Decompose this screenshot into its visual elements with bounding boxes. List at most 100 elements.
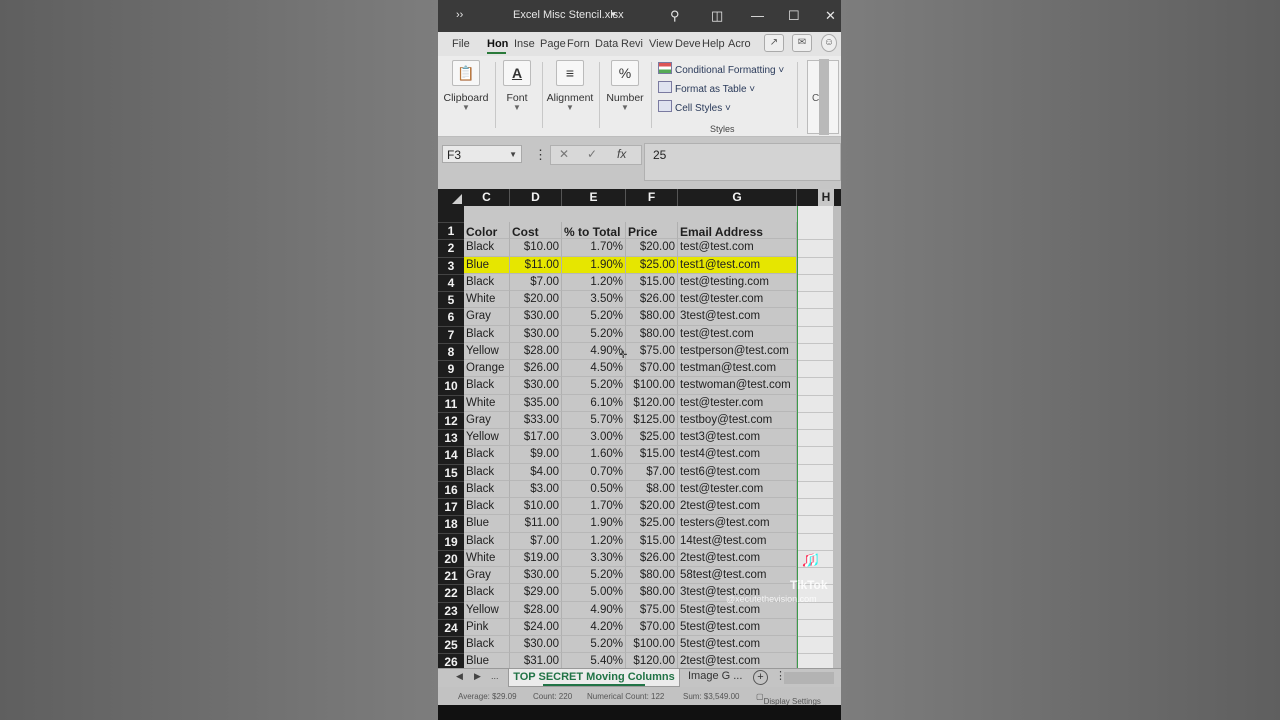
row-header[interactable]: 6 [438, 308, 464, 326]
table-cell[interactable]: 1.20% [562, 532, 626, 550]
table-cell[interactable]: $125.00 [626, 411, 678, 429]
table-cell[interactable]: Gray [464, 411, 510, 429]
tab-insert[interactable]: Inse [514, 38, 535, 50]
table-cell[interactable]: $70.00 [626, 618, 678, 636]
search-icon[interactable]: ⚲ [670, 8, 680, 24]
row-header[interactable]: 4 [438, 273, 464, 291]
table-cell[interactable]: testperson@test.com [678, 342, 797, 360]
column-header-c[interactable]: C [464, 189, 510, 206]
table-cell[interactable]: $28.00 [510, 601, 562, 619]
row-header[interactable]: 2 [438, 239, 464, 257]
select-all-button[interactable] [438, 189, 464, 206]
tab-view[interactable]: View [649, 38, 673, 50]
chevron-down-icon[interactable]: ▼ [509, 146, 517, 164]
conditional-formatting-button[interactable]: Conditional Formatting ˅ [658, 62, 784, 76]
row-header[interactable]: 11 [438, 394, 464, 412]
row-header[interactable]: 13 [438, 429, 464, 447]
table-cell[interactable]: 4.20% [562, 618, 626, 636]
table-cell[interactable]: Black [464, 463, 510, 481]
table-cell[interactable]: test@test.com [678, 325, 797, 343]
table-cell[interactable]: $28.00 [510, 342, 562, 360]
font-group[interactable]: A Font ▼ [489, 60, 545, 112]
cell-styles-button[interactable]: Cell Styles ˅ [658, 100, 731, 114]
cancel-icon[interactable]: ✕ [559, 147, 569, 161]
tab-review[interactable]: Revi [621, 38, 643, 50]
table-cell[interactable]: $10.00 [510, 498, 562, 516]
tab-file[interactable]: File [452, 38, 470, 50]
table-cell[interactable]: $15.00 [626, 273, 678, 291]
table-cell[interactable]: Yellow [464, 342, 510, 360]
table-cell[interactable]: $3.00 [510, 480, 562, 498]
ribbon-display-icon[interactable]: ◫ [711, 8, 723, 24]
clipboard-group[interactable]: 📋 Clipboard ▼ [438, 60, 494, 112]
table-cell[interactable]: Pink [464, 618, 510, 636]
table-cell[interactable]: White [464, 394, 510, 412]
table-cell[interactable]: $4.00 [510, 463, 562, 481]
table-cell[interactable]: test@tester.com [678, 480, 797, 498]
minimize-icon[interactable]: — [751, 8, 764, 23]
table-cell[interactable]: $9.00 [510, 446, 562, 464]
row-header[interactable]: 20 [438, 549, 464, 567]
table-cell[interactable]: 4.90% [562, 601, 626, 619]
table-cell[interactable]: $26.00 [626, 291, 678, 309]
table-cell[interactable]: $33.00 [510, 411, 562, 429]
table-cell[interactable]: 5test@test.com [678, 601, 797, 619]
table-cell[interactable]: $80.00 [626, 308, 678, 326]
table-cell[interactable]: 0.50% [562, 480, 626, 498]
table-cell[interactable]: 5.20% [562, 636, 626, 654]
table-cell[interactable]: $29.00 [510, 584, 562, 602]
next-sheet-icon[interactable]: ▶ [474, 671, 481, 682]
quick-access-chevron-icon[interactable]: ›› [456, 9, 463, 21]
horizontal-scrollbar[interactable] [784, 672, 834, 684]
table-cell[interactable]: Black [464, 636, 510, 654]
table-cell[interactable]: $30.00 [510, 325, 562, 343]
header-cell[interactable]: % to Total [562, 222, 626, 240]
enter-check-icon[interactable]: ✓ [587, 147, 597, 161]
sheet-tab-image-g[interactable]: Image G ... [688, 670, 742, 682]
table-cell[interactable]: $75.00 [626, 601, 678, 619]
table-cell[interactable]: 6.10% [562, 394, 626, 412]
row-header[interactable]: 15 [438, 463, 464, 481]
close-icon[interactable]: ✕ [825, 8, 836, 24]
table-cell[interactable]: Black [464, 273, 510, 291]
table-cell[interactable]: $75.00 [626, 342, 678, 360]
table-cell[interactable]: $7.00 [510, 273, 562, 291]
table-cell[interactable]: 1.90% [562, 515, 626, 533]
tab-formulas[interactable]: Forn [567, 38, 590, 50]
row-header[interactable]: 17 [438, 498, 464, 516]
table-cell[interactable]: 5.20% [562, 377, 626, 395]
table-cell[interactable]: $80.00 [626, 567, 678, 585]
table-cell[interactable]: 1.60% [562, 446, 626, 464]
feedback-smiley-icon[interactable]: ☺ [821, 34, 837, 52]
tab-data[interactable]: Data [595, 38, 618, 50]
row-header[interactable]: 21 [438, 567, 464, 585]
table-cell[interactable]: Blue [464, 256, 510, 274]
table-cell[interactable]: $25.00 [626, 515, 678, 533]
column-header-g[interactable]: G [678, 189, 797, 206]
table-cell[interactable]: $11.00 [510, 256, 562, 274]
table-cell[interactable]: 5.20% [562, 567, 626, 585]
row-header[interactable]: 10 [438, 377, 464, 395]
table-cell[interactable]: test@tester.com [678, 291, 797, 309]
table-cell[interactable]: 2test@test.com [678, 549, 797, 567]
table-cell[interactable]: $15.00 [626, 532, 678, 550]
table-cell[interactable]: 5.00% [562, 584, 626, 602]
header-cell[interactable]: Color [464, 222, 510, 240]
more-options-icon[interactable]: ⋮ [534, 147, 547, 163]
column-header-e[interactable]: E [562, 189, 626, 206]
row-header[interactable]: 7 [438, 325, 464, 343]
table-cell[interactable]: Gray [464, 567, 510, 585]
table-cell[interactable]: 14test@test.com [678, 532, 797, 550]
table-cell[interactable]: Yellow [464, 429, 510, 447]
maximize-icon[interactable]: ☐ [788, 8, 800, 24]
table-cell[interactable]: $17.00 [510, 429, 562, 447]
header-cell[interactable]: Price [626, 222, 678, 240]
table-cell[interactable]: 3.00% [562, 429, 626, 447]
table-cell[interactable]: Black [464, 584, 510, 602]
table-cell[interactable]: 5.70% [562, 411, 626, 429]
table-cell[interactable]: 5test@test.com [678, 636, 797, 654]
tab-developer[interactable]: Deve [675, 38, 701, 50]
table-cell[interactable]: White [464, 549, 510, 567]
table-cell[interactable]: 0.70% [562, 463, 626, 481]
row-header[interactable]: 23 [438, 601, 464, 619]
